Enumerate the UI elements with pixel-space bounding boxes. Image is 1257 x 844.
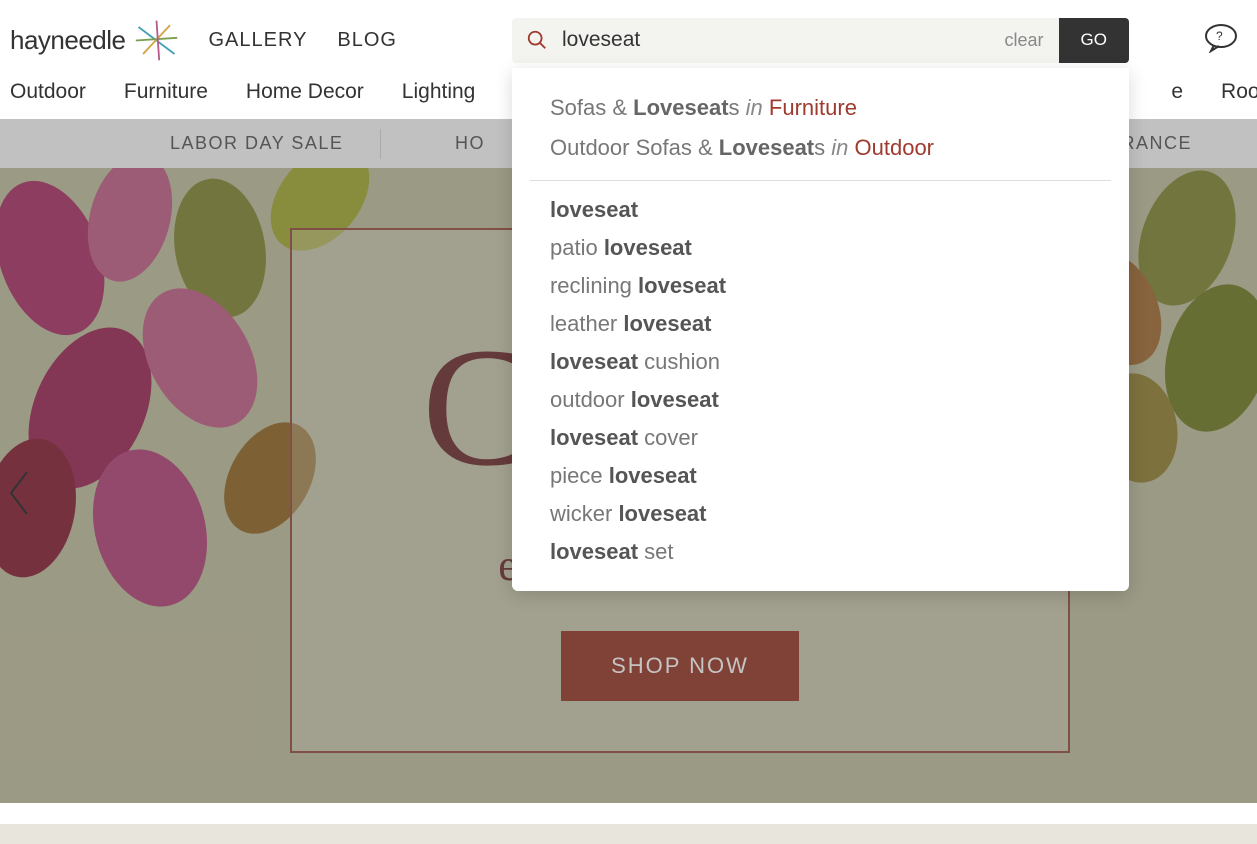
suggestion-term[interactable]: wicker loveseat bbox=[550, 495, 1091, 533]
search-suggestions: Sofas & Loveseats in FurnitureOutdoor So… bbox=[512, 68, 1129, 591]
suggestion-term[interactable]: loveseat cover bbox=[550, 419, 1091, 457]
suggestion-term[interactable]: leather loveseat bbox=[550, 305, 1091, 343]
search-icon bbox=[512, 29, 562, 51]
nav-furniture[interactable]: Furniture bbox=[124, 80, 208, 104]
suggestion-term[interactable]: loveseat bbox=[550, 191, 1091, 229]
nav-home-decor[interactable]: Home Decor bbox=[246, 80, 364, 104]
promo-divider bbox=[380, 129, 381, 159]
carousel-prev-icon[interactable] bbox=[5, 468, 35, 523]
search-bar: clear GO bbox=[512, 18, 1129, 63]
logo-text: hayneedle bbox=[10, 25, 126, 56]
suggestion-term[interactable]: patio loveseat bbox=[550, 229, 1091, 267]
suggestion-term[interactable]: loveseat set bbox=[550, 533, 1091, 571]
logo-star-icon bbox=[134, 18, 179, 63]
search-container: clear GO Sofas & Loveseats in FurnitureO… bbox=[512, 18, 1129, 63]
logo[interactable]: hayneedle bbox=[10, 18, 179, 63]
suggestion-term[interactable]: loveseat cushion bbox=[550, 343, 1091, 381]
header-icons: ? bbox=[1204, 23, 1257, 58]
blog-link[interactable]: BLOG bbox=[337, 29, 397, 52]
go-button[interactable]: GO bbox=[1059, 18, 1129, 63]
nav-partial-e[interactable]: e bbox=[1171, 80, 1183, 104]
footer-band bbox=[0, 824, 1257, 844]
suggestion-term[interactable]: outdoor loveseat bbox=[550, 381, 1091, 419]
chat-icon[interactable]: ? bbox=[1204, 23, 1238, 58]
suggestion-category[interactable]: Sofas & Loveseats in Furniture bbox=[550, 88, 1091, 128]
top-links: GALLERY BLOG bbox=[209, 29, 397, 52]
suggestions-divider bbox=[530, 180, 1111, 181]
svg-text:?: ? bbox=[1216, 29, 1223, 43]
suggestion-term[interactable]: reclining loveseat bbox=[550, 267, 1091, 305]
suggestion-category[interactable]: Outdoor Sofas & Loveseats in Outdoor bbox=[550, 128, 1091, 168]
header: hayneedle GALLERY BLOG clear GO Sofas & … bbox=[0, 0, 1257, 80]
promo-partial-ho[interactable]: HO bbox=[455, 133, 485, 154]
promo-labor-day[interactable]: LABOR DAY SALE bbox=[170, 133, 343, 154]
nav-rooms[interactable]: Rooms bbox=[1221, 80, 1257, 104]
clear-button[interactable]: clear bbox=[990, 30, 1059, 51]
suggestion-term[interactable]: piece loveseat bbox=[550, 457, 1091, 495]
nav-lighting[interactable]: Lighting bbox=[402, 80, 476, 104]
nav-outdoor[interactable]: Outdoor bbox=[10, 80, 86, 104]
gallery-link[interactable]: GALLERY bbox=[209, 29, 308, 52]
search-input[interactable] bbox=[562, 28, 990, 52]
